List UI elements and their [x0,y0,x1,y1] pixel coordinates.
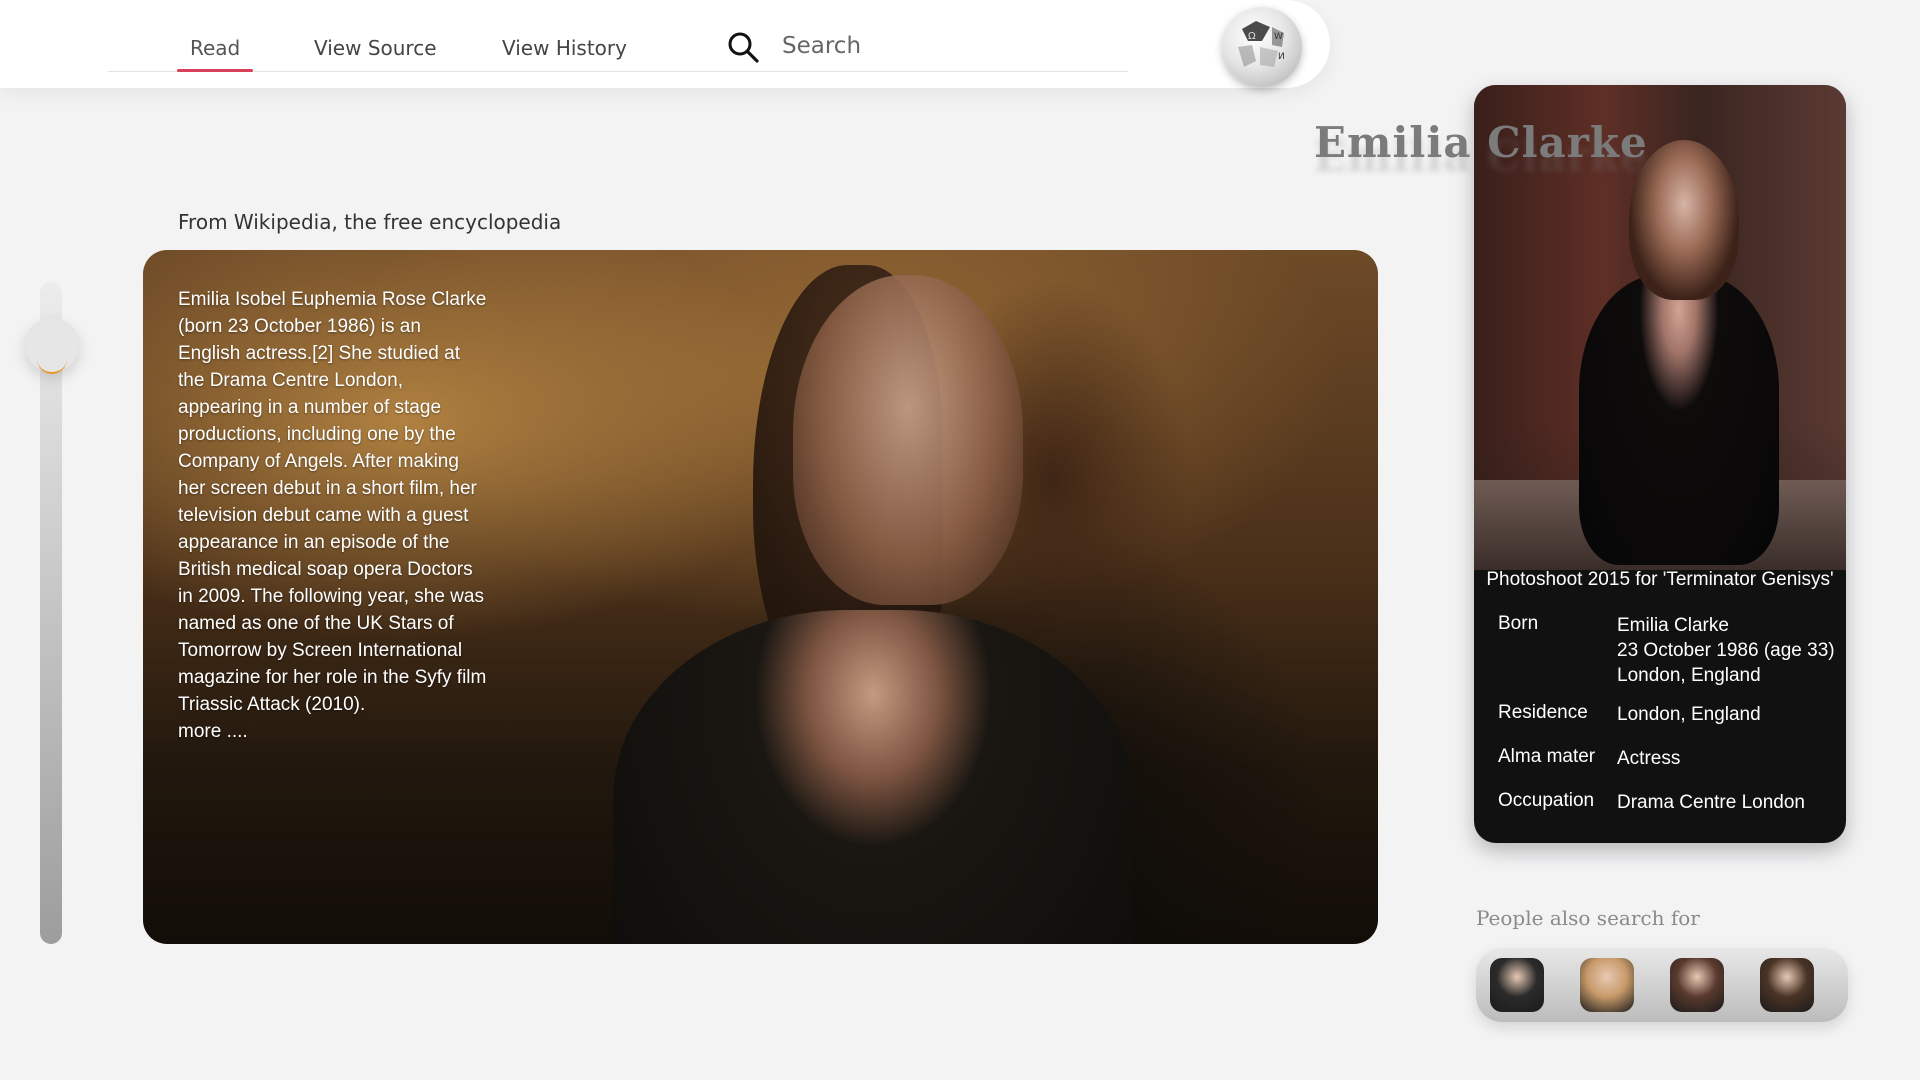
top-navigation-bar: Read View Source View History Search Ω W… [0,0,1330,88]
infobox-label: Occupation [1498,790,1595,811]
article-summary-text: Emilia Isobel Euphemia Rose Clarke (born… [178,289,487,715]
infobox-photo-figure [1579,275,1779,565]
infobox-label: Born [1498,613,1539,634]
tab-view-source[interactable]: View Source [314,36,437,60]
photo-caption: Photoshoot 2015 for 'Terminator Genisys' [1486,569,1834,590]
related-people-bar [1476,948,1848,1022]
infobox-value-line: 23 October 1986 (age 33) [1617,640,1835,661]
logo-glyph-w: W [1274,32,1283,42]
logo-glyph-omega: Ω [1248,31,1256,42]
hero-photo-body [613,610,1133,944]
article-summary: Emilia Isobel Euphemia Rose Clarke (born… [178,286,488,745]
infobox-value: Actress [1617,748,1681,769]
active-tab-indicator [177,69,253,72]
infobox-label: Residence [1498,702,1588,723]
infobox-card: Photoshoot 2015 for 'Terminator Genisys'… [1474,85,1846,843]
person-avatar-3[interactable] [1670,958,1724,1012]
more-link[interactable]: more .... [178,718,488,745]
page-title: Emilia Clarke [1314,118,1648,167]
infobox-value-line: London, England [1617,665,1761,686]
wikipedia-globe-icon[interactable]: Ω W И [1222,7,1302,87]
person-avatar-2[interactable] [1580,958,1634,1012]
person-avatar-1[interactable] [1490,958,1544,1012]
infobox-value: London, England [1617,704,1761,725]
hero-image-card: Emilia Isobel Euphemia Rose Clarke (born… [143,250,1378,944]
logo-glyph-i: И [1278,52,1285,62]
hero-photo-face [793,275,1023,605]
search-icon[interactable] [726,30,760,64]
infobox-label: Alma mater [1498,746,1596,767]
infobox-value: Emilia Clarke 23 October 1986 (age 33) L… [1617,613,1846,688]
tab-view-history[interactable]: View History [502,36,627,60]
vertical-scroll-slider[interactable] [40,282,62,944]
source-note: From Wikipedia, the free encyclopedia [178,210,562,234]
infobox-value: Drama Centre London [1617,792,1805,813]
infobox-value-line: Emilia Clarke [1617,615,1729,636]
tab-read[interactable]: Read [190,36,240,60]
related-heading: People also search for [1476,906,1700,930]
tabs-divider [108,71,1128,72]
search-input[interactable]: Search [782,33,861,59]
person-avatar-4[interactable] [1760,958,1814,1012]
